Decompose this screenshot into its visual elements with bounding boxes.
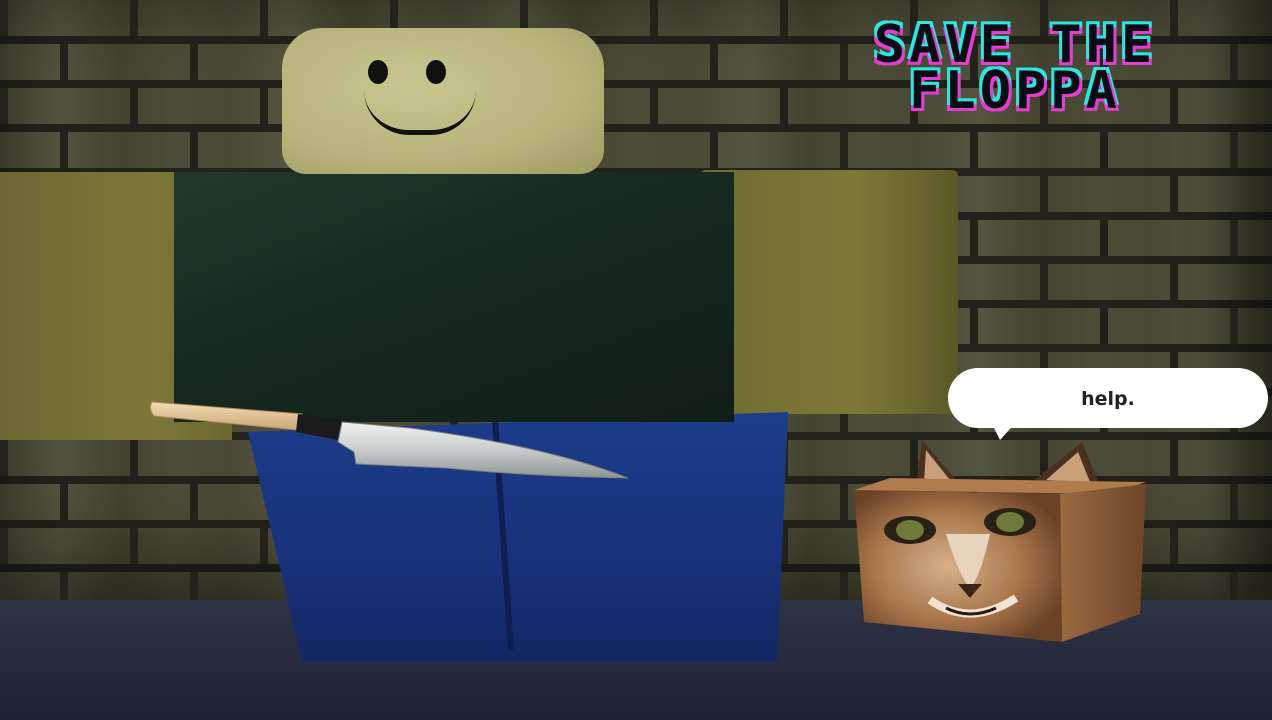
brick-joint: [970, 132, 978, 168]
brick-joint: [190, 44, 198, 80]
brick-joint: [650, 88, 658, 124]
brick-joint: [130, 528, 138, 564]
brick-joint: [260, 528, 268, 564]
brick-joint: [60, 44, 68, 80]
brick-joint: [710, 132, 718, 168]
brick-joint: [1230, 220, 1238, 256]
right-eye: [426, 60, 446, 84]
brick-joint: [260, 88, 268, 124]
brick-joint: [1040, 176, 1048, 212]
brick-joint: [1230, 484, 1238, 520]
brick-joint: [1230, 308, 1238, 344]
character-torso: [174, 172, 734, 422]
brick-joint: [130, 440, 138, 476]
brick-joint: [1040, 264, 1048, 300]
left-eye: [368, 60, 388, 84]
brick-joint: [710, 44, 718, 80]
brick-joint: [970, 220, 978, 256]
brick-joint: [0, 0, 8, 36]
speech-bubble-text: help.: [1081, 388, 1135, 410]
brick-joint: [840, 484, 848, 520]
page-title: SAVE THE FLOPPA: [770, 19, 1260, 121]
brick-joint: [130, 88, 138, 124]
brick-joint: [1100, 308, 1108, 344]
floppa-cat-cube: [854, 440, 1146, 642]
game-scene: help. SAVE THE FLOPPA: [0, 0, 1272, 720]
brick-joint: [1170, 440, 1178, 476]
brick-joint: [260, 0, 268, 36]
brick-joint: [1170, 264, 1178, 300]
brick-joint: [840, 132, 848, 168]
brick-joint: [130, 0, 138, 36]
brick-joint: [1100, 220, 1108, 256]
brick-joint: [650, 0, 658, 36]
brick-joint: [1230, 132, 1238, 168]
speech-bubble-tail: [990, 420, 1018, 440]
knife-icon: [149, 401, 629, 479]
character-head: [282, 28, 604, 174]
brick-joint: [1100, 132, 1108, 168]
character-right-arm: [700, 170, 958, 414]
brick-joint: [0, 528, 8, 564]
brick-joint: [60, 132, 68, 168]
brick-joint: [0, 440, 8, 476]
brick-joint: [60, 484, 68, 520]
brick-joint: [970, 308, 978, 344]
brick-joint: [0, 88, 8, 124]
title-line-2: FLOPPA: [909, 61, 1121, 121]
brick-joint: [1170, 528, 1178, 564]
brick-joint: [1170, 176, 1178, 212]
smile: [364, 90, 476, 135]
brick-joint: [190, 132, 198, 168]
